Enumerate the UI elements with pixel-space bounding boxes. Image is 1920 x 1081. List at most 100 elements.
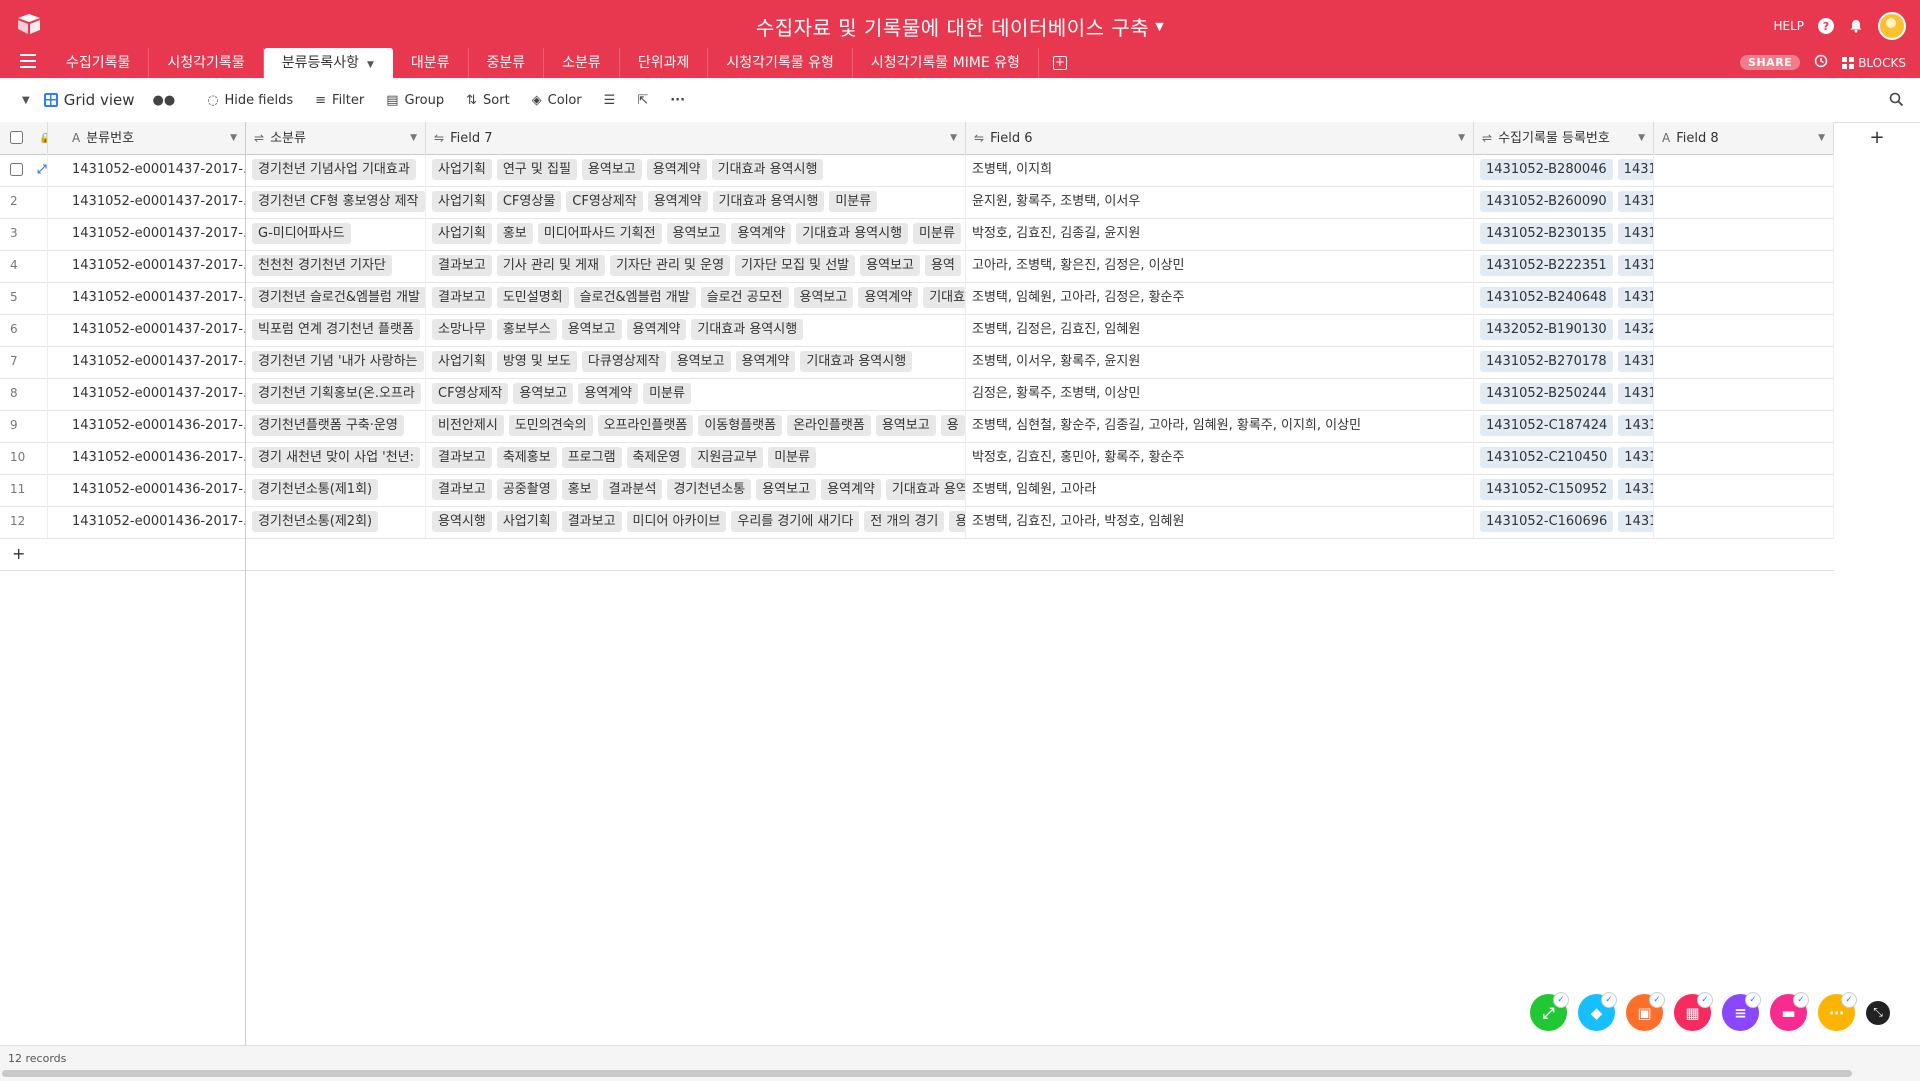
- field7-cell[interactable]: 사업기획 연구 및 집필 용역보고 용역계약 기대효과 용역시행: [426, 154, 966, 186]
- subcategory-cell[interactable]: 천천천 경기천년 기자단: [246, 250, 426, 282]
- primary-field-cell[interactable]: 1431052-e0001437-2017-...: [48, 346, 246, 378]
- field7-cell[interactable]: CF영상제작 용역보고 용역계약 미분류: [426, 378, 966, 410]
- primary-field-cell[interactable]: 1431052-e0001437-2017-...: [48, 186, 246, 218]
- more-options-icon[interactable]: ···: [670, 93, 685, 108]
- linked-record-pill[interactable]: 1431052-: [1617, 287, 1653, 308]
- primary-field-cell[interactable]: 1431052-e0001436-2017-...: [48, 442, 246, 474]
- field7-cell[interactable]: 용역시행사업기획결과보고미디어 아카이브우리를 경기에 새기다전 개의 경기용: [426, 506, 966, 538]
- field6-cell[interactable]: 조병택, 심현철, 황순주, 김종길, 고아라, 임혜원, 황록주, 이지희, …: [966, 410, 1474, 442]
- field7-cell[interactable]: 결과보고 도민설명회 슬로건&엠블럼 개발 슬로건 공모전 용역보고 용역계약 기대효: [426, 282, 966, 314]
- bell-icon[interactable]: [1848, 18, 1864, 34]
- linked-record-pill[interactable]: 1431052-C150952: [1480, 479, 1614, 500]
- primary-field-cell[interactable]: 1431052-e0001436-2017-...: [48, 474, 246, 506]
- linked-record-pill[interactable]: 1431052-: [1618, 447, 1653, 468]
- tab-1[interactable]: 시청각기록물: [149, 48, 264, 78]
- view-switcher[interactable]: Grid view ●●: [43, 91, 176, 109]
- field6-cell[interactable]: 조병택, 이지희: [966, 154, 1474, 186]
- add-field-button[interactable]: +: [1834, 122, 1920, 154]
- table-row[interactable]: 4 1431052-e0001437-2017-... 천천천 경기천년 기자단 결과…: [0, 250, 1834, 283]
- linked-record-pill[interactable]: 1431052-B270178: [1480, 351, 1613, 372]
- expand-arrows-icon[interactable]: ⤢ ✓: [1530, 992, 1569, 1031]
- row-checkbox[interactable]: [10, 163, 23, 176]
- field7-cell[interactable]: 결과보고 축제홍보 프로그램 축제운영 지원금교부 미분류: [426, 442, 966, 474]
- table-row[interactable]: 3 1431052-e0001437-2017-... G-미디어파사드 사업기획 홍보…: [0, 218, 1834, 251]
- field6-cell[interactable]: 고아라, 조병택, 황은진, 김정은, 이상민: [966, 250, 1474, 282]
- linked-record-pill[interactable]: 경기천년 CF형 홍보영상 제작: [252, 191, 425, 212]
- linked-record-pill[interactable]: 1432052-B190130: [1480, 319, 1613, 340]
- linked-record-pill[interactable]: 1431052-: [1618, 511, 1653, 532]
- registration-number-cell[interactable]: 1431052-C1509521431052-: [1474, 474, 1654, 506]
- field8-cell[interactable]: [1654, 250, 1834, 282]
- linked-record-pill[interactable]: 경기천년 기념사업 기대효과: [252, 159, 416, 180]
- add-record-row[interactable]: +: [0, 538, 1834, 571]
- linked-record-pill[interactable]: 1431052-B260090: [1480, 191, 1613, 212]
- linked-record-pill[interactable]: 천천천 경기천년 기자단: [252, 255, 392, 276]
- list-icon[interactable]: ≡ ✓: [1722, 992, 1761, 1031]
- column-menu-caret-icon[interactable]: ▼: [1638, 122, 1645, 154]
- linked-record-pill[interactable]: 1431052-: [1618, 415, 1653, 436]
- table-row[interactable]: 8 1431052-e0001437-2017-... 경기천년 기획홍보(온.오프…: [0, 378, 1834, 411]
- color-button[interactable]: ◈ Color: [532, 93, 582, 108]
- registration-number-cell[interactable]: 1431052-B2701781431052-: [1474, 346, 1654, 378]
- linked-record-pill[interactable]: 1431052-B250244: [1480, 383, 1613, 404]
- subcategory-cell[interactable]: 경기천년 슬로건&엠블럼 개발: [246, 282, 426, 314]
- registration-number-cell[interactable]: 1431052-C1606961431052-: [1474, 506, 1654, 538]
- linked-record-pill[interactable]: 경기 새천년 맞이 사업 '천년:: [252, 447, 421, 468]
- linked-record-pill[interactable]: 경기천년 슬로건&엠블럼 개발: [252, 287, 425, 308]
- sort-button[interactable]: ⇅ Sort: [466, 93, 510, 108]
- subcategory-cell[interactable]: 경기천년 기획홍보(온.오프라: [246, 378, 426, 410]
- linked-record-pill[interactable]: 경기천년 기념 '내가 사랑하는: [252, 351, 424, 372]
- expand-record-icon[interactable]: ⤢: [37, 162, 47, 176]
- field6-cell[interactable]: 윤지원, 황록주, 조병택, 이서우: [966, 186, 1474, 218]
- table-row[interactable]: 9 1431052-e0001436-2017-... 경기천년플랫폼 구축·운영 비…: [0, 410, 1834, 443]
- field8-cell[interactable]: [1654, 410, 1834, 442]
- field8-cell[interactable]: [1654, 442, 1834, 474]
- field8-cell[interactable]: [1654, 474, 1834, 506]
- share-button[interactable]: SHARE: [1740, 55, 1801, 70]
- subcategory-cell[interactable]: 경기천년플랫폼 구축·운영: [246, 410, 426, 442]
- primary-field-cell[interactable]: 1431052-e0001437-2017-...: [48, 250, 246, 282]
- field8-cell[interactable]: [1654, 154, 1834, 186]
- linked-record-pill[interactable]: 1431052-B222351: [1480, 255, 1613, 276]
- hide-fields-button[interactable]: ◌ Hide fields: [207, 93, 293, 108]
- field6-cell[interactable]: 조병택, 김정은, 김효진, 임혜원: [966, 314, 1474, 346]
- field6-cell[interactable]: 김정은, 황록주, 조병택, 이상민: [966, 378, 1474, 410]
- more-icon[interactable]: ⋯ ✓: [1818, 992, 1857, 1031]
- history-icon[interactable]: [1814, 54, 1828, 71]
- help-label[interactable]: HELP: [1773, 19, 1804, 33]
- registration-number-cell[interactable]: 1431052-C1874241431052-: [1474, 410, 1654, 442]
- column-menu-caret-icon[interactable]: ▼: [950, 122, 957, 154]
- share-view-icon[interactable]: ⇱: [637, 93, 648, 108]
- field7-cell[interactable]: 사업기획 CF영상물 CF영상제작 용역계약 기대효과 용역시행 미분류: [426, 186, 966, 218]
- field6-cell[interactable]: 조병택, 김효진, 고아라, 박정호, 임혜원: [966, 506, 1474, 538]
- chevron-down-icon[interactable]: ▼: [1155, 20, 1164, 33]
- subcategory-cell[interactable]: 경기천년 기념사업 기대효과: [246, 154, 426, 186]
- tab-6[interactable]: 단위과제: [620, 48, 709, 78]
- table-row[interactable]: 6 1431052-e0001437-2017-... 빅포럼 연계 경기천년 플랫…: [0, 314, 1834, 347]
- view-switcher-caret-icon[interactable]: ▼: [22, 95, 30, 106]
- field8-cell[interactable]: [1654, 186, 1834, 218]
- field8-cell[interactable]: [1654, 282, 1834, 314]
- tab-5[interactable]: 소분류: [544, 48, 620, 78]
- linked-record-pill[interactable]: 경기천년플랫폼 구축·운영: [252, 415, 404, 436]
- linked-record-pill[interactable]: 1431052-: [1617, 255, 1653, 276]
- filter-button[interactable]: ≡ Filter: [315, 93, 364, 108]
- field6-cell[interactable]: 조병택, 임혜원, 고아라: [966, 474, 1474, 506]
- subcategory-cell[interactable]: 경기천년소통(제2회): [246, 506, 426, 538]
- primary-field-cell[interactable]: 1431052-e0001437-2017-...: [48, 154, 246, 186]
- field6-cell[interactable]: 조병택, 임혜원, 고아라, 김정은, 황순주: [966, 282, 1474, 314]
- primary-field-cell[interactable]: 1431052-e0001437-2017-...: [48, 378, 246, 410]
- linked-record-pill[interactable]: 1431052-: [1617, 383, 1653, 404]
- field8-cell[interactable]: [1654, 378, 1834, 410]
- people-icon[interactable]: ●●: [153, 93, 176, 108]
- tab-0[interactable]: 수집기록물: [48, 48, 150, 78]
- column-header-field7[interactable]: ⇋ Field 7 ▼: [426, 122, 966, 154]
- field6-cell[interactable]: 박정호, 김효진, 김종길, 윤지원: [966, 218, 1474, 250]
- primary-field-cell[interactable]: 1431052-e0001437-2017-...: [48, 218, 246, 250]
- tab-4[interactable]: 중분류: [469, 48, 545, 78]
- linked-record-pill[interactable]: 1431052-B230135: [1480, 223, 1613, 244]
- shapes-icon[interactable]: ◆ ✓: [1578, 992, 1617, 1031]
- column-menu-caret-icon[interactable]: ▼: [1818, 122, 1825, 154]
- linked-record-pill[interactable]: 경기천년 기획홍보(온.오프라: [252, 383, 421, 404]
- avatar[interactable]: [1878, 12, 1906, 40]
